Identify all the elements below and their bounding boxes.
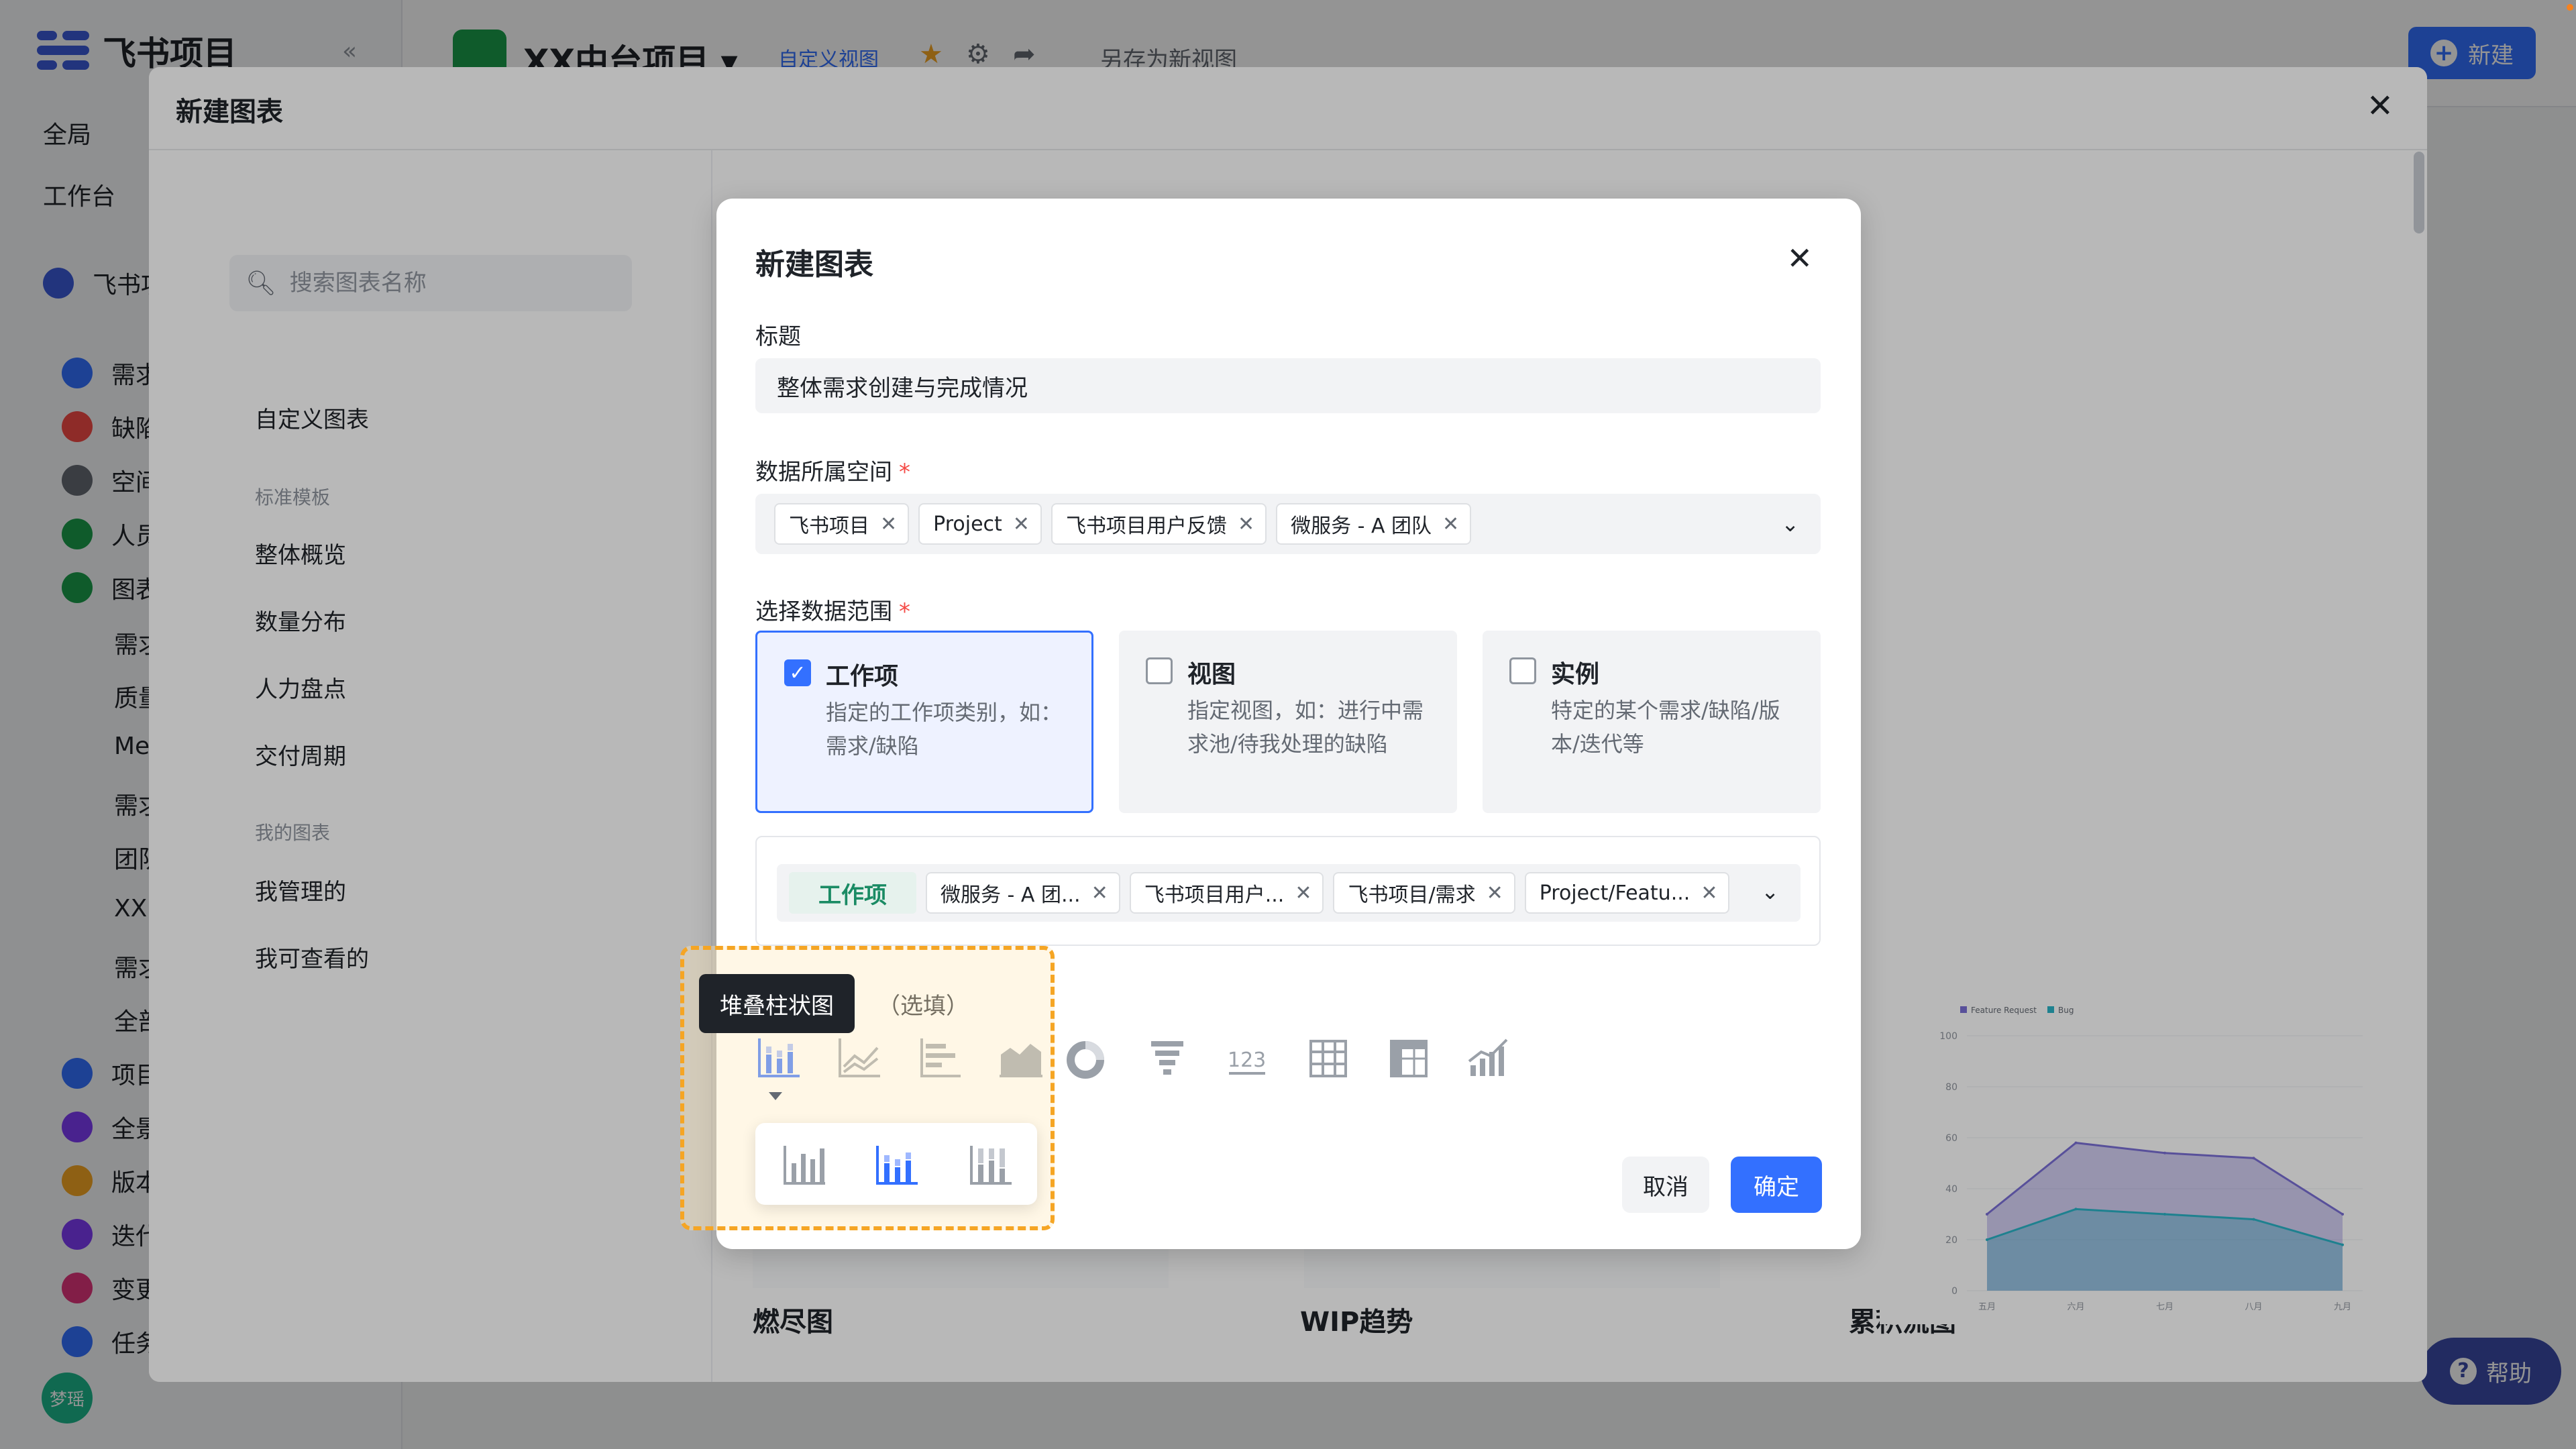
chart-type-tooltip: 堆叠柱状图 [699, 974, 855, 1033]
space-label: 数据所属空间 * [755, 459, 910, 486]
scope-option-name: 工作项 [826, 663, 899, 690]
checkbox-icon[interactable] [1509, 657, 1536, 684]
donut-chart-icon[interactable] [1067, 1041, 1104, 1079]
remove-tag-icon[interactable]: ✕ [1295, 881, 1311, 905]
workitem-select[interactable]: 工作项 微服务 - A 团... ✕ 飞书项目用户... ✕ 飞书项目/需求 ✕ Pr… [777, 864, 1801, 922]
scope-option-name: 实例 [1551, 661, 1600, 688]
workitem-label: 工作项 [789, 872, 916, 914]
notification-dot [2567, 4, 2573, 11]
title-label: 标题 [755, 323, 801, 350]
workitem-filter-box: 工作项 微服务 - A 团... ✕ 飞书项目用户... ✕ 飞书项目/需求 ✕ Pr… [755, 836, 1821, 946]
dialog-title: 新建图表 [755, 248, 873, 282]
close-icon[interactable]: ✕ [1786, 240, 1813, 276]
confirm-button[interactable]: 确定 [1731, 1157, 1822, 1213]
scope-option-desc: 指定的工作项类别，如：需求/缺陷 [826, 700, 1063, 759]
chevron-down-icon[interactable]: ⌄ [1761, 879, 1779, 904]
percent-bar-icon[interactable] [970, 1146, 1012, 1185]
space-tag: 飞书项目 ✕ [774, 503, 910, 545]
workitem-tag: Project/Featu... ✕ [1524, 872, 1730, 914]
scope-option-workitem[interactable]: ✓ 工作项 指定的工作项类别，如：需求/缺陷 [755, 631, 1093, 813]
remove-tag-icon[interactable]: ✕ [1013, 513, 1030, 536]
scope-option-desc: 指定视图，如：进行中需求池/待我处理的缺陷 [1187, 698, 1424, 757]
combo-chart-icon[interactable] [1468, 1038, 1508, 1076]
space-select[interactable]: 飞书项目 ✕ Project ✕ 飞书项目用户反馈 ✕ 微服务 - A 团队 ✕ ⌄ [755, 494, 1821, 554]
remove-tag-icon[interactable]: ✕ [1091, 881, 1108, 905]
scope-option-view[interactable]: 视图 指定视图，如：进行中需求池/待我处理的缺陷 [1119, 631, 1457, 813]
space-tag: 微服务 - A 团队 ✕ [1276, 503, 1472, 545]
scope-option-desc: 特定的某个需求/缺陷/版本/迭代等 [1551, 698, 1780, 757]
checkbox-icon[interactable] [1146, 657, 1173, 684]
remove-tag-icon[interactable]: ✕ [1701, 881, 1717, 905]
chart-subtype-popup [755, 1123, 1037, 1205]
remove-tag-icon[interactable]: ✕ [1487, 881, 1503, 905]
remove-tag-icon[interactable]: ✕ [1238, 513, 1254, 536]
caret-down-icon[interactable] [769, 1092, 782, 1100]
svg-text:123: 123 [1228, 1049, 1266, 1072]
workitem-tag: 飞书项目用户... ✕ [1129, 872, 1324, 914]
cancel-button[interactable]: 取消 [1622, 1157, 1709, 1213]
scope-option-name: 视图 [1187, 661, 1236, 688]
table-icon[interactable] [1309, 1040, 1347, 1077]
number-chart-icon[interactable]: 123 [1228, 1049, 1266, 1075]
funnel-chart-icon[interactable] [1151, 1041, 1183, 1075]
scope-option-instance[interactable]: 实例 特定的某个需求/缺陷/版本/迭代等 [1483, 631, 1821, 813]
bar-chart-icon[interactable] [784, 1146, 825, 1185]
stacked-bar-icon[interactable] [876, 1146, 918, 1185]
remove-tag-icon[interactable]: ✕ [1442, 513, 1459, 536]
checkbox-checked-icon[interactable]: ✓ [784, 659, 811, 686]
pivot-table-icon[interactable] [1390, 1040, 1428, 1077]
remove-tag-icon[interactable]: ✕ [880, 513, 897, 536]
workitem-tag: 微服务 - A 团... ✕ [926, 872, 1120, 914]
chevron-down-icon[interactable]: ⌄ [1781, 511, 1799, 537]
space-tag: 飞书项目用户反馈 ✕ [1051, 503, 1267, 545]
workitem-tag: 飞书项目/需求 ✕ [1333, 872, 1515, 914]
space-tag: Project ✕ [918, 503, 1042, 545]
scope-label: 选择数据范围 * [755, 598, 910, 625]
chart-title-input[interactable] [755, 358, 1821, 413]
